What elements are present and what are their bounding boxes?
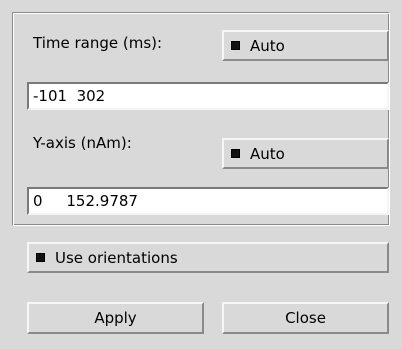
y-axis-input[interactable]: 0 152.9787 — [27, 187, 389, 215]
time-range-auto-label: Auto — [250, 36, 285, 55]
apply-button-label: Apply — [94, 309, 137, 327]
checkbox-indicator-icon — [231, 149, 240, 158]
checkbox-indicator-icon — [231, 41, 240, 50]
time-range-label: Time range (ms): — [33, 34, 163, 52]
checkbox-indicator-icon — [36, 253, 45, 262]
use-orientations-label: Use orientations — [55, 248, 178, 267]
apply-button[interactable]: Apply — [27, 302, 204, 334]
use-orientations-toggle[interactable]: Use orientations — [27, 242, 389, 273]
y-axis-label: Y-axis (nAm): — [33, 134, 132, 152]
close-button[interactable]: Close — [222, 302, 389, 334]
y-axis-auto-label: Auto — [250, 144, 285, 163]
time-range-auto-toggle[interactable]: Auto — [222, 30, 389, 61]
y-axis-auto-toggle[interactable]: Auto — [222, 138, 389, 169]
close-button-label: Close — [285, 309, 326, 327]
plot-settings-dialog: Time range (ms): Auto -101 302 Y-axis (n… — [0, 0, 402, 349]
time-range-input[interactable]: -101 302 — [27, 82, 389, 110]
